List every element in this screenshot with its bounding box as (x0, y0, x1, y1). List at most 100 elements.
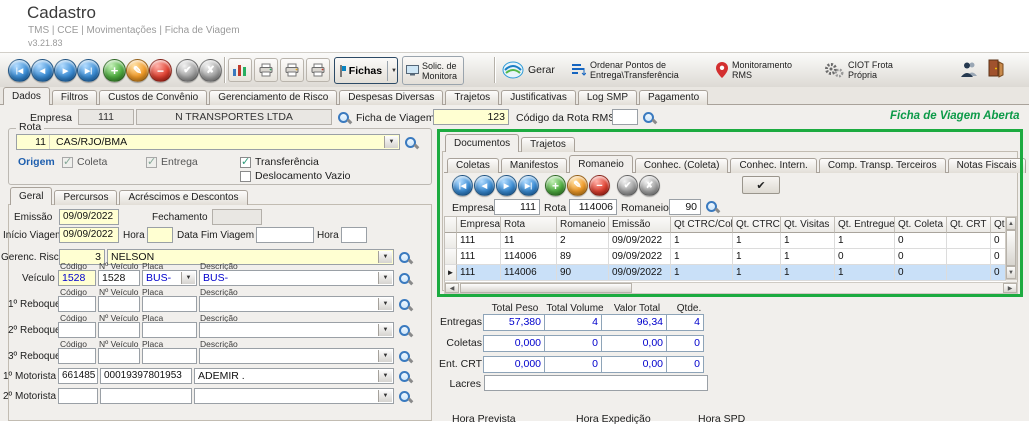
confirm-button[interactable]: ✔ (176, 59, 199, 82)
grid-column-header-1[interactable]: Empresa (457, 217, 501, 233)
reboque2-descricao-combo[interactable]: ▼ (199, 322, 394, 338)
tab-justificativas[interactable]: Justificativas (501, 90, 576, 105)
reboque2-dropdown-icon[interactable]: ▼ (378, 324, 392, 336)
delete-button[interactable]: − (149, 59, 172, 82)
nav-previous-button[interactable]: ◀ (31, 59, 54, 82)
reboque2-codigo-input[interactable] (58, 322, 96, 338)
fichas-button[interactable]: Fichas ▼ (334, 57, 398, 84)
reboque3-placa-input[interactable] (142, 348, 197, 364)
docs-empresa-input[interactable]: 111 (494, 199, 540, 215)
ordenar-pontos-button[interactable]: Ordenar Pontos de Entrega\Transferência (572, 55, 710, 85)
edit-button[interactable]: ✎ (126, 59, 149, 82)
grid-column-header-2[interactable]: Rota (501, 217, 557, 233)
users-button[interactable] (960, 60, 978, 78)
docs-nav-previous-button[interactable]: ◀ (474, 175, 495, 196)
grid-column-header-9[interactable]: Qt. Coleta (895, 217, 947, 233)
nav-next-button[interactable]: ▶ (54, 59, 77, 82)
empresa-code-input[interactable]: 111 (78, 109, 134, 125)
grid-horizontal-scrollbar[interactable]: ◀ ▶ (444, 282, 1018, 294)
reboque2-search-icon[interactable] (398, 324, 412, 338)
tab-custos-de-conv-nio[interactable]: Custos de Convênio (99, 90, 207, 105)
lacres-input[interactable] (484, 375, 708, 391)
cancel-button[interactable]: ✘ (199, 59, 222, 82)
grid-vertical-scrollbar[interactable]: ▲ ▼ (1005, 216, 1017, 280)
tab-pagamento[interactable]: Pagamento (639, 90, 708, 105)
hora-inicio-input[interactable] (147, 227, 173, 243)
vertical-scroll-thumb[interactable] (1006, 230, 1016, 266)
reboque1-numero-input[interactable] (98, 296, 140, 312)
solic-monitora-button[interactable]: Solic. de Monitora (402, 56, 464, 85)
codigo-rota-rms-input[interactable] (612, 109, 638, 125)
grid-column-header-3[interactable]: Romaneio (557, 217, 609, 233)
gerar-button[interactable]: Gerar (502, 55, 566, 85)
docs-add-button[interactable]: + (545, 175, 566, 196)
entrega-checkbox[interactable] (146, 157, 157, 168)
motorista2-dropdown-icon[interactable]: ▼ (378, 390, 392, 402)
docs-cancel-button[interactable]: ✘ (639, 175, 660, 196)
tab-log-smp[interactable]: Log SMP (578, 90, 637, 105)
reboque1-codigo-input[interactable] (58, 296, 96, 312)
inicio-viagem-input[interactable]: 09/09/2022 (59, 227, 119, 243)
veiculo-descricao-dropdown-icon[interactable]: ▼ (378, 272, 392, 284)
rota-search-icon[interactable] (404, 136, 418, 150)
reboque3-descricao-combo[interactable]: ▼ (199, 348, 394, 364)
docs-subtab-notas-fiscais[interactable]: Notas Fiscais (948, 158, 1026, 173)
docs-romaneio-input[interactable]: 90 (669, 199, 701, 215)
print-button[interactable] (254, 58, 278, 82)
scroll-left-icon[interactable]: ◀ (445, 283, 459, 293)
veiculo-placa-dropdown-icon[interactable]: ▼ (181, 272, 195, 284)
tab-dados[interactable]: Dados (3, 87, 50, 105)
deslocamento-vazio-checkbox[interactable] (240, 171, 251, 182)
tab-acr-scimos-e-descontos[interactable]: Acréscimos e Descontos (119, 190, 247, 205)
docs-apply-button[interactable]: ✔ (742, 176, 780, 194)
reboque2-placa-input[interactable] (142, 322, 197, 338)
docs-edit-button[interactable]: ✎ (567, 175, 588, 196)
data-fim-viagem-input[interactable] (256, 227, 314, 243)
motorista1-dropdown-icon[interactable]: ▼ (378, 370, 392, 382)
grid-column-header-11[interactable]: Qt (991, 217, 1006, 233)
grid-column-header-10[interactable]: Qt. CRT (947, 217, 991, 233)
rota-dropdown-icon[interactable]: ▼ (384, 136, 398, 148)
docs-rota-input[interactable]: 114006 (569, 199, 617, 215)
motorista1-documento-input[interactable]: 00019397801953 (100, 368, 192, 384)
fichas-dropdown-icon[interactable]: ▼ (391, 68, 397, 74)
rota-combo[interactable]: 11CAS/RJO/BMA ▼ (16, 134, 400, 150)
grid-column-header-8[interactable]: Qt. Entregue (835, 217, 895, 233)
reboque3-dropdown-icon[interactable]: ▼ (378, 350, 392, 362)
docs-subtab-romaneio[interactable]: Romaneio (569, 155, 633, 173)
nav-last-button[interactable]: ▶| (77, 59, 100, 82)
emissao-input[interactable]: 09/09/2022 (59, 209, 119, 225)
reboque3-codigo-input[interactable] (58, 348, 96, 364)
motorista2-search-icon[interactable] (398, 390, 412, 404)
ciot-frota-button[interactable]: CIOT Frota Própria (824, 55, 920, 85)
reboque1-placa-input[interactable] (142, 296, 197, 312)
scroll-right-icon[interactable]: ▶ (1003, 283, 1017, 293)
docs-subtab-manifestos[interactable]: Manifestos (501, 158, 567, 173)
tab-filtros[interactable]: Filtros (52, 90, 97, 105)
fechamento-input[interactable] (212, 209, 262, 225)
tab-despesas-diversas[interactable]: Despesas Diversas (339, 90, 443, 105)
horizontal-scroll-thumb[interactable] (460, 283, 632, 293)
docs-search-icon[interactable] (705, 200, 719, 214)
print-setup-button[interactable] (306, 58, 330, 82)
motorista1-nome-combo[interactable]: ADEMIR . ▼ (194, 368, 394, 384)
grid-row-1[interactable]: 11111209/09/2022111100 (445, 233, 1006, 249)
transferencia-checkbox[interactable] (240, 157, 251, 168)
reboque2-numero-input[interactable] (98, 322, 140, 338)
scroll-down-icon[interactable]: ▼ (1006, 266, 1016, 279)
tab-percursos[interactable]: Percursos (54, 190, 117, 205)
docs-nav-last-button[interactable]: ▶| (518, 175, 539, 196)
reboque1-dropdown-icon[interactable]: ▼ (378, 298, 392, 310)
docs-subtab-conhec-coleta[interactable]: Conhec. (Coleta) (635, 158, 729, 173)
empresa-search-icon[interactable] (337, 111, 351, 125)
veiculo-descricao-combo[interactable]: BUS- ▼ (199, 270, 394, 286)
motorista2-nome-combo[interactable]: ▼ (194, 388, 394, 404)
codigo-rota-search-icon[interactable] (642, 111, 656, 125)
grid-column-header-7[interactable]: Qt. Visitas (781, 217, 835, 233)
docs-nav-first-button[interactable]: |◀ (452, 175, 473, 196)
scroll-up-icon[interactable]: ▲ (1006, 217, 1016, 230)
reboque1-search-icon[interactable] (398, 298, 412, 312)
tab-geral[interactable]: Geral (10, 187, 52, 205)
grid-column-header-5[interactable]: Qt CTRC/Col (671, 217, 733, 233)
nav-first-button[interactable]: |◀ (8, 59, 31, 82)
